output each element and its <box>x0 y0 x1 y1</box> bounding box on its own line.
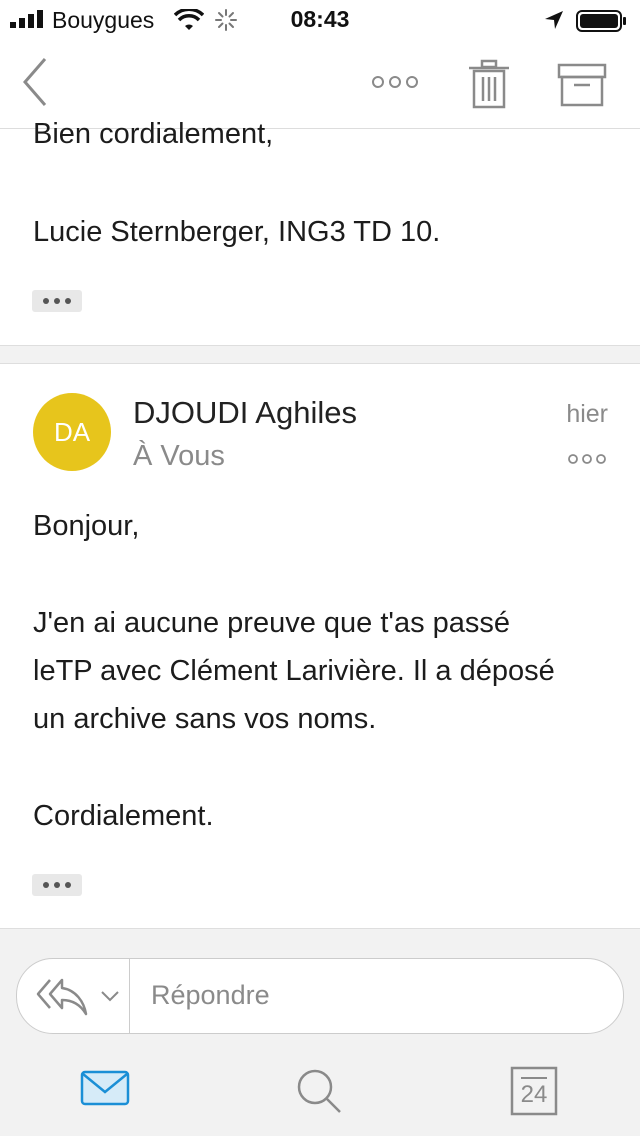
previous-message-signature: Lucie Sternberger, ING3 TD 10. <box>33 216 441 248</box>
calendar-tab[interactable]: 24 <box>510 1066 558 1116</box>
avatar[interactable]: DA <box>33 393 111 471</box>
recipient-line[interactable]: À Vous <box>133 440 225 473</box>
message-more-button[interactable] <box>562 446 612 472</box>
calendar-day: 24 <box>520 1081 548 1108</box>
message-greeting: Bonjour, <box>33 510 140 542</box>
message-date: hier <box>566 400 608 428</box>
more-options-button[interactable] <box>365 64 425 100</box>
toolbar <box>0 40 640 129</box>
message-separator <box>0 928 640 946</box>
search-tab[interactable] <box>294 1066 344 1116</box>
sender-name[interactable]: DJOUDI Aghiles <box>133 395 357 431</box>
mail-tab[interactable] <box>80 1068 132 1112</box>
archive-button[interactable] <box>552 58 612 110</box>
reply-all-button[interactable] <box>30 970 125 1022</box>
previous-message-closing: Bien cordialement, <box>33 118 274 150</box>
chevron-down-icon <box>100 991 119 1002</box>
reply-all-icon <box>36 978 87 1016</box>
more-horizontal-icon <box>568 454 606 464</box>
reply-placeholder[interactable]: Répondre <box>151 980 270 1011</box>
location-arrow-icon <box>545 11 563 29</box>
more-horizontal-icon <box>372 76 418 88</box>
message-body-line: J'en ai aucune preuve que t'as passé <box>33 607 511 639</box>
chevron-left-icon <box>23 58 47 106</box>
search-icon <box>297 1069 341 1113</box>
message-body-line: leTP avec Clément Larivière. Il a déposé <box>33 655 555 687</box>
message-closing: Cordialement. <box>33 800 214 832</box>
back-button[interactable] <box>10 50 60 114</box>
show-quoted-text-button[interactable] <box>32 874 82 896</box>
status-bar: Bouygues 08:43 <box>0 0 640 40</box>
trash-icon <box>469 59 509 109</box>
message-body-line: un archive sans vos noms. <box>33 703 377 735</box>
battery-icon <box>576 10 626 32</box>
message-separator <box>0 345 640 364</box>
mail-icon <box>80 1070 130 1106</box>
archive-icon <box>557 63 607 107</box>
delete-button[interactable] <box>462 56 516 112</box>
reply-divider <box>129 958 130 1034</box>
show-quoted-text-button[interactable] <box>32 290 82 312</box>
